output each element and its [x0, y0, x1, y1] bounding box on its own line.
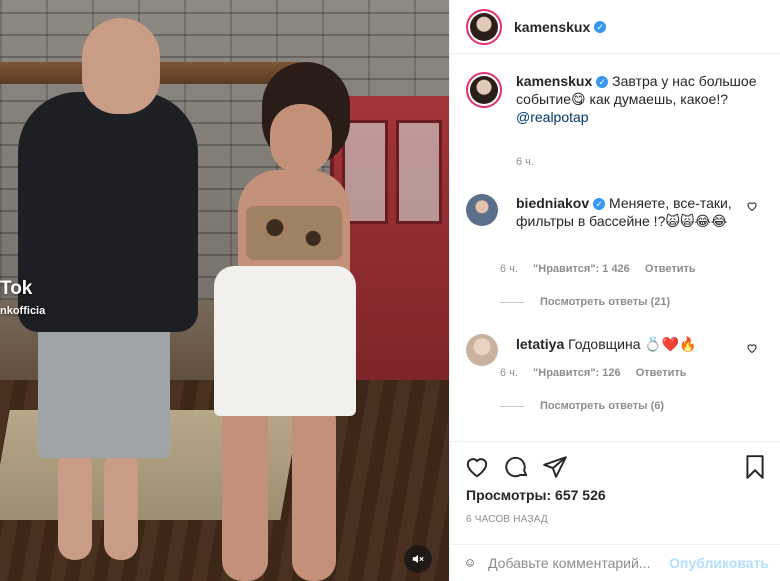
comment-text: Годовщина 💍❤️🔥 — [568, 336, 697, 352]
caption-username[interactable]: kamenskux — [516, 73, 592, 89]
woman-shorts — [214, 266, 356, 416]
comment-likes[interactable]: "Нравится": 126 — [533, 367, 621, 379]
add-comment-bar: Опубликовать — [450, 544, 780, 581]
caption-mention-link[interactable]: @realpotap — [516, 109, 589, 125]
post-caption: kamenskux ✓ Завтра у нас большое событие😋… — [466, 72, 766, 126]
reply-button[interactable]: Ответить — [645, 263, 696, 275]
post-details-panel: kamenskux ✓ kamenskux ✓ Завтра у нас боль… — [449, 0, 780, 581]
post-actions-bar — [450, 441, 780, 489]
heart-icon[interactable] — [746, 342, 758, 354]
bookmark-icon[interactable] — [742, 454, 768, 480]
comment-likes[interactable]: "Нравится": 1 426 — [533, 263, 630, 275]
verified-badge-icon: ✓ — [594, 20, 607, 33]
post-video[interactable]: Tok nkofficia — [0, 0, 449, 581]
view-replies-label: Посмотреть ответы (6) — [540, 400, 665, 412]
mute-toggle-button[interactable] — [404, 545, 432, 573]
tiktok-watermark: Tok — [0, 278, 33, 299]
emoji-icon[interactable] — [466, 551, 474, 575]
woman-face — [270, 104, 332, 174]
commenter-avatar[interactable] — [466, 334, 498, 366]
post-header: kamenskux ✓ — [450, 0, 780, 54]
views-count[interactable]: Просмотры: 657 526 — [466, 487, 606, 503]
man-right-leg — [104, 450, 138, 560]
commenter-username[interactable]: letatiya — [516, 336, 564, 352]
tiktok-watermark-handle: nkofficia — [0, 305, 46, 317]
caption-text-block: kamenskux ✓ Завтра у нас большое событие😋… — [516, 72, 766, 126]
comment-time[interactable]: 6 ч. — [500, 367, 518, 379]
view-replies-label: Посмотреть ответы (21) — [540, 296, 671, 308]
caption-avatar[interactable] — [466, 72, 502, 108]
verified-badge-icon: ✓ — [593, 198, 606, 210]
author-username[interactable]: kamenskux — [514, 19, 590, 35]
comment-body: letatiya Годовщина 💍❤️🔥 — [516, 334, 734, 366]
comment-input[interactable] — [488, 555, 670, 571]
share-paper-plane-icon[interactable] — [542, 454, 568, 480]
comment-bubble-icon[interactable] — [504, 454, 530, 480]
comment-time[interactable]: 6 ч. — [500, 263, 518, 275]
comment-meta: 6 ч. "Нравится": 1 426 Ответить — [500, 263, 708, 275]
commenter-username[interactable]: biedniakov — [516, 195, 589, 211]
woman-left-leg — [222, 400, 268, 581]
like-heart-icon[interactable] — [464, 454, 490, 480]
cabinet-glass-right — [396, 120, 442, 224]
publish-button[interactable]: Опубликовать — [669, 555, 769, 571]
heart-icon[interactable] — [746, 200, 758, 212]
comment-meta: 6 ч. "Нравится": 126 Ответить — [500, 367, 699, 379]
verified-badge-icon: ✓ — [596, 76, 609, 88]
man-head — [82, 18, 160, 114]
commenter-avatar[interactable] — [466, 194, 498, 226]
woman-right-leg — [292, 400, 336, 581]
view-replies-button[interactable]: Посмотреть ответы (6) — [500, 400, 664, 412]
comment-item: biedniakov ✓ Меняете, все-таки, фильтры в… — [466, 194, 766, 230]
author-avatar[interactable] — [466, 8, 502, 45]
woman-leopard-top — [246, 206, 342, 260]
man-shirt — [18, 92, 198, 332]
reply-button[interactable]: Ответить — [636, 367, 687, 379]
avatar-image — [470, 12, 498, 41]
man-left-leg — [58, 450, 92, 560]
comment-item: letatiya Годовщина 💍❤️🔥 — [466, 334, 766, 366]
man-shorts — [38, 318, 170, 458]
view-replies-button[interactable]: Посмотреть ответы (21) — [500, 296, 670, 308]
caption-timestamp[interactable]: 6 ч. — [516, 156, 534, 168]
speaker-muted-icon — [412, 554, 424, 564]
post-timestamp[interactable]: 6 ЧАСОВ НАЗАД — [466, 514, 548, 525]
comment-body: biedniakov ✓ Меняете, все-таки, фильтры в… — [516, 194, 734, 230]
avatar-image — [470, 76, 498, 104]
